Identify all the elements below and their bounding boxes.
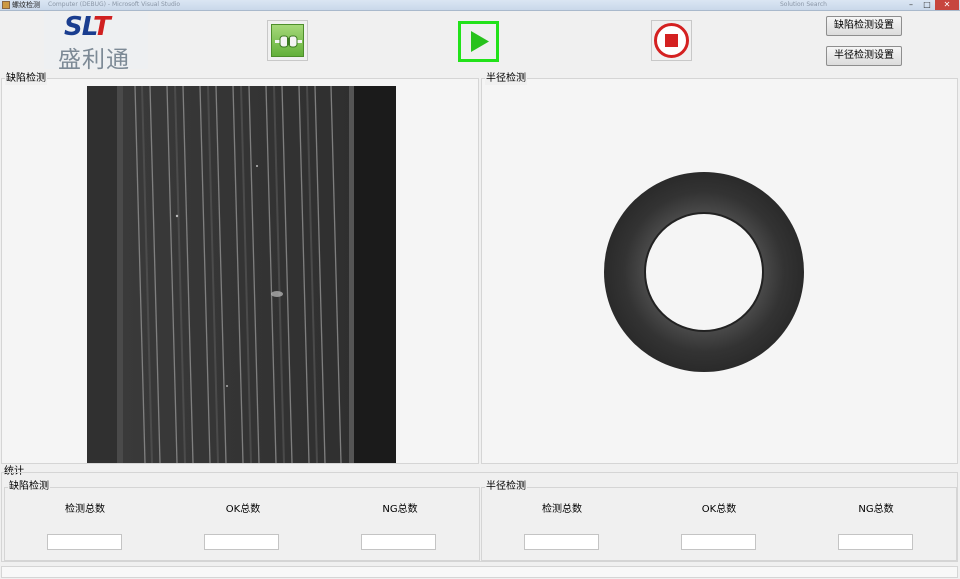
status-bar [1, 566, 958, 578]
logo-chinese: 盛利通 [58, 47, 130, 73]
defect-camera-image [87, 86, 396, 463]
app-icon [2, 1, 10, 9]
defect-settings-button[interactable]: 缺陷检测设置 [826, 16, 902, 36]
connect-camera-button[interactable] [267, 20, 308, 61]
stop-icon [654, 23, 689, 58]
play-icon [471, 31, 489, 52]
defect-stats-title: 缺陷检测 [8, 481, 50, 493]
radius-stats-title: 半径检测 [485, 481, 527, 493]
maximize-button[interactable]: □ [919, 0, 935, 10]
radius-detection-panel: 半径检测 [481, 73, 958, 464]
ring-image [604, 172, 804, 372]
stop-button[interactable] [651, 20, 692, 61]
main-window: 螺纹检测 Computer (DEBUG) - Microsoft Visual… [0, 0, 960, 579]
radius-total-label: 检测总数 [542, 504, 582, 515]
defect-detection-panel: 缺陷检测 [1, 73, 479, 464]
radius-panel-title: 半径检测 [485, 73, 527, 85]
radius-ok-field [681, 534, 756, 550]
radius-ng-label: NG总数 [858, 504, 894, 515]
connect-icon [271, 24, 304, 57]
radius-ok-label: OK总数 [701, 504, 737, 515]
defect-statistics-group: 缺陷检测 检测总数 OK总数 NG总数 [4, 481, 480, 561]
background-window-search: Solution Search [780, 1, 827, 8]
defect-ng-label: NG总数 [382, 504, 418, 515]
close-button[interactable]: ✕ [935, 0, 959, 10]
defect-total-field [47, 534, 122, 550]
radius-settings-button[interactable]: 半径检测设置 [826, 46, 902, 66]
defect-ng-field [361, 534, 436, 550]
radius-ng-field [838, 534, 913, 550]
logo-latin: SLT [64, 12, 111, 42]
company-logo: SLT 盛利通 [44, 12, 148, 73]
start-button[interactable] [458, 21, 499, 62]
defect-panel-title: 缺陷检测 [5, 73, 47, 85]
thread-image [87, 86, 396, 463]
defect-total-label: 检测总数 [65, 504, 105, 515]
background-window-title: Computer (DEBUG) - Microsoft Visual Stud… [48, 1, 181, 8]
defect-ok-label: OK总数 [225, 504, 261, 515]
minimize-button[interactable]: – [903, 0, 919, 10]
window-title: 螺纹检测 [12, 1, 40, 9]
radius-statistics-group: 半径检测 检测总数 OK总数 NG总数 [481, 481, 957, 561]
radius-total-field [524, 534, 599, 550]
title-bar: 螺纹检测 Computer (DEBUG) - Microsoft Visual… [0, 0, 960, 11]
defect-ok-field [204, 534, 279, 550]
